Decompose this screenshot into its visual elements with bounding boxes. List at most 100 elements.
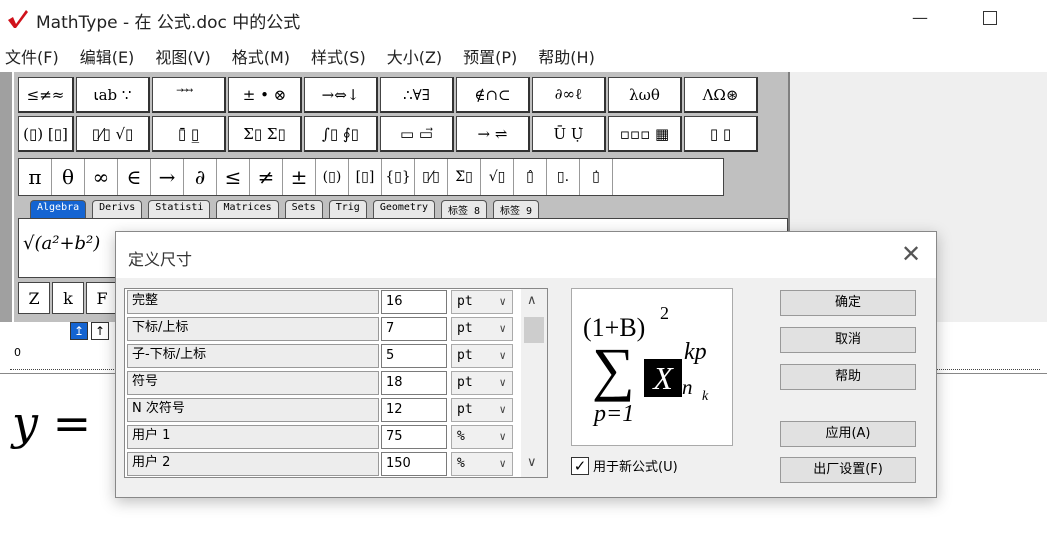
summations-palette-button[interactable]: Σ▯ Σ▯ (228, 116, 302, 152)
tab-geometry[interactable]: Geometry (372, 200, 435, 218)
sum-template-button[interactable]: Σ̇▯ (448, 159, 481, 195)
palette-expression-item[interactable]: √(a²+b²) (23, 233, 100, 254)
tab-label-9[interactable]: 标签 9 (493, 200, 540, 218)
cancel-button[interactable]: 取消 (780, 327, 916, 353)
logic-palette-button[interactable]: ∴∀∃ (380, 77, 454, 113)
unit-select[interactable]: pt ∨ (451, 398, 513, 422)
size-value-input[interactable]: 18 (381, 371, 447, 395)
menu-file[interactable]: 文件(F) (0, 42, 65, 70)
size-row-sub-subscript: 子-下标/上标 5 pt ∨ (125, 343, 517, 370)
not-equal-symbol-button[interactable]: ≠ (250, 159, 283, 195)
fraction-template-button[interactable]: ▯⁄▯ (415, 159, 448, 195)
size-up-button[interactable]: ↥ (70, 322, 88, 340)
menu-preferences[interactable]: 预置(P) (458, 42, 523, 70)
sub-superscript-template-button[interactable]: ▯̇ (580, 159, 613, 195)
menu-style[interactable]: 样式(S) (306, 42, 372, 70)
radical-template-button[interactable]: √▯ (481, 159, 514, 195)
greek-lower-palette-button[interactable]: λωθ (608, 77, 682, 113)
boxes-palette-button[interactable]: ▯ ▯ (684, 116, 758, 152)
sets-palette-button[interactable]: ∉∩⊂ (456, 77, 530, 113)
size-value-input[interactable]: 7 (381, 317, 447, 341)
unit-select[interactable]: pt ∨ (451, 371, 513, 395)
unit-select-value: pt (457, 321, 473, 336)
equation-canvas[interactable]: y = (12, 396, 91, 450)
subscript-template-button[interactable]: ▯. (547, 159, 580, 195)
tab-algebra[interactable]: Algebra (30, 200, 87, 218)
unit-select[interactable]: pt ∨ (451, 344, 513, 368)
ruler-zero-label: 0 (14, 346, 21, 359)
unit-select[interactable]: % ∨ (451, 452, 513, 476)
tab-statistics[interactable]: Statisti (148, 200, 211, 218)
equation-operator: = (52, 396, 92, 450)
parentheses-template-button[interactable]: (▯) (316, 159, 349, 195)
matrices-palette-button[interactable]: ▫▫▫ ▦ (608, 116, 682, 152)
subscripts-palette-button[interactable]: ▯̄ ▯̲ (152, 116, 226, 152)
menu-size[interactable]: 大小(Z) (382, 42, 448, 70)
size-row-subscript: 下标/上标 7 pt ∨ (125, 316, 517, 343)
maximize-icon (983, 11, 997, 25)
small-palette-z[interactable]: Z (18, 282, 50, 314)
menu-view[interactable]: 视图(V) (150, 42, 216, 70)
help-button[interactable]: 帮助 (780, 364, 916, 390)
size-value-input[interactable]: 75 (381, 425, 447, 449)
size-value-input[interactable]: 16 (381, 290, 447, 314)
use-for-new-checkbox[interactable]: ✓ 用于新公式(U) (571, 456, 678, 475)
superscript-template-button[interactable]: ▯̂ (514, 159, 547, 195)
maximize-button[interactable] (975, 8, 1005, 30)
greek-upper-palette-button[interactable]: ΛΩ⊛ (684, 77, 758, 113)
products-palette-button[interactable]: Ū Ụ̇ (532, 116, 606, 152)
menu-help[interactable]: 帮助(H) (533, 42, 601, 70)
apply-button[interactable]: 应用(A) (780, 421, 916, 447)
element-of-symbol-button[interactable]: ∈ (118, 159, 151, 195)
brackets-template-button[interactable]: [▯] (349, 159, 382, 195)
unit-select[interactable]: % ∨ (451, 425, 513, 449)
relations-palette-button[interactable]: ≤≠≈ (18, 77, 74, 113)
unit-select[interactable]: pt ∨ (451, 290, 513, 314)
partial-symbol-button[interactable]: ∂ (184, 159, 217, 195)
fences-palette-button[interactable]: (▯) [▯] (18, 116, 74, 152)
tab-sets[interactable]: Sets (284, 200, 323, 218)
operators-palette-button[interactable]: ± • ⊗ (228, 77, 302, 113)
plus-minus-symbol-button[interactable]: ± (283, 159, 316, 195)
checkbox-checked-icon[interactable]: ✓ (571, 456, 589, 475)
tab-derivs[interactable]: Derivs (92, 200, 143, 218)
misc-symbols-palette-button[interactable]: ∂∞ℓ (532, 77, 606, 113)
menu-edit[interactable]: 编辑(E) (75, 42, 141, 70)
chevron-down-icon[interactable]: ∨ (527, 455, 537, 470)
pi-symbol-button[interactable]: π (19, 159, 52, 195)
tab-label-8[interactable]: 标签 8 (440, 200, 488, 218)
menu-format[interactable]: 格式(M) (227, 42, 296, 70)
factory-settings-button[interactable]: 出厂设置(F) (780, 457, 916, 483)
minimize-button[interactable]: — (905, 8, 935, 30)
less-equal-symbol-button[interactable]: ≤ (217, 159, 250, 195)
tab-matrices[interactable]: Matrices (216, 200, 279, 218)
tab-trig[interactable]: Trig (328, 200, 367, 218)
small-palette-k[interactable]: k (52, 282, 84, 314)
theta-symbol-button[interactable]: θ (52, 159, 85, 195)
size-value-input[interactable]: 5 (381, 344, 447, 368)
toolbar-grip[interactable] (0, 72, 14, 322)
size-preview: (1+B) 2 ∑ X kp n k p=1 (571, 288, 733, 446)
labeled-arrows-palette-button[interactable]: → ⇌ (456, 116, 530, 152)
ok-button[interactable]: 确定 (780, 290, 916, 316)
close-icon[interactable]: ✕ (896, 240, 926, 270)
braces-template-button[interactable]: {▯} (382, 159, 415, 195)
bars-palette-button[interactable]: ▭ ▭⃗ (380, 116, 454, 152)
arrow-up-button[interactable]: ↑ (91, 322, 109, 340)
unit-select-value: % (457, 456, 465, 471)
list-scrollbar[interactable]: ∧ ∨ (521, 289, 547, 477)
unit-select[interactable]: pt ∨ (451, 317, 513, 341)
fractions-radicals-palette-button[interactable]: ▯⁄▯ √▯ (76, 116, 150, 152)
arrow-symbol-button[interactable]: → (151, 159, 184, 195)
size-value-input[interactable]: 150 (381, 452, 447, 476)
integrals-palette-button[interactable]: ∫▯ ∮▯ (304, 116, 378, 152)
arrows-palette-button[interactable]: →⇔↓ (304, 77, 378, 113)
spaces-palette-button[interactable]: ⍳ab ∵ (76, 77, 150, 113)
size-value-input[interactable]: 12 (381, 398, 447, 422)
infinity-symbol-button[interactable]: ∞ (85, 159, 118, 195)
chevron-up-icon[interactable]: ∧ (527, 293, 537, 308)
preview-lower-limit: p=1 (594, 401, 635, 427)
small-palette-f[interactable]: F (86, 282, 118, 314)
embellishments-palette-button[interactable]: ⃗ ⃗ ⃗ (152, 77, 226, 113)
scrollbar-thumb[interactable] (524, 317, 544, 343)
